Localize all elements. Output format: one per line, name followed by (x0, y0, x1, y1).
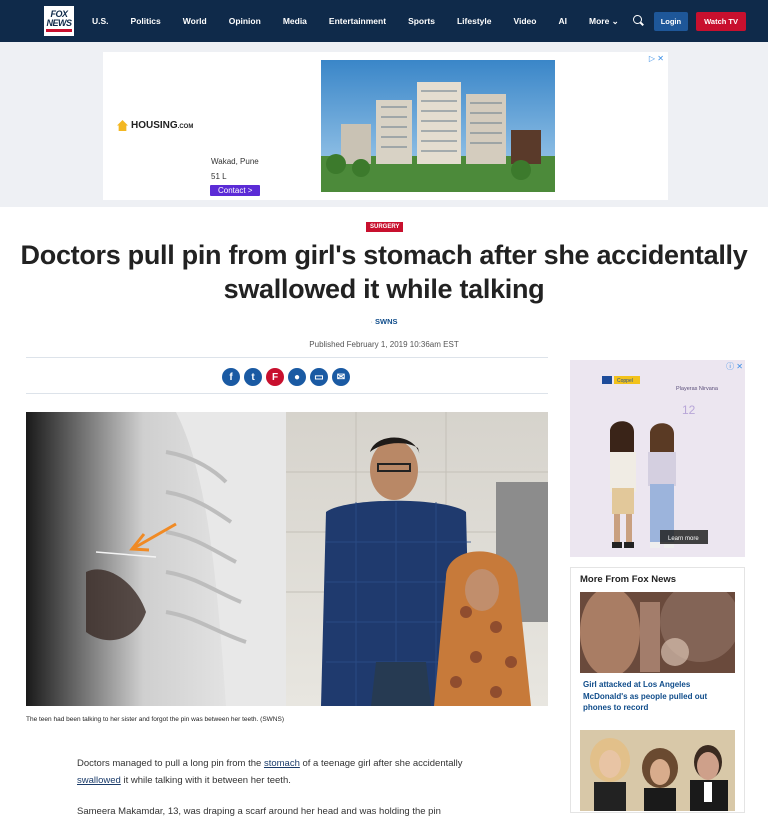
ad-text: Playeras Nirvana (676, 386, 719, 392)
comment-icon[interactable]: ● (288, 368, 306, 386)
nav-item-entertainment[interactable]: Entertainment (329, 16, 386, 26)
divider (26, 357, 548, 358)
ad-cta: Learn more (668, 536, 699, 542)
header-actions: Login Watch TV (632, 0, 746, 42)
housing-ad[interactable]: ▷ ✕ HOUSING.COM Wakad, Pune 51 L Contact… (103, 52, 668, 200)
section-title: More From Fox News (580, 574, 677, 585)
story-thumbnail[interactable] (580, 730, 735, 811)
nav-item-world[interactable]: World (183, 16, 207, 26)
login-button[interactable]: Login (653, 11, 689, 31)
ad-number: 12 (682, 403, 696, 417)
byline: · SWNS (370, 317, 398, 326)
nav-item-sports[interactable]: Sports (408, 16, 435, 26)
search-icon[interactable] (632, 14, 646, 28)
nav-item-opinion[interactable]: Opinion (229, 16, 261, 26)
stomach-link[interactable]: stomach (264, 758, 300, 769)
swallowed-link[interactable]: swallowed (77, 775, 121, 786)
paragraph: Doctors managed to pull a long pin from … (77, 758, 463, 786)
category-tag[interactable]: SURGERY (366, 222, 404, 232)
article-body: Doctors managed to pull a long pin from … (77, 755, 487, 834)
image-caption: The teen had been talking to her sister … (26, 716, 284, 723)
author-link[interactable]: SWNS (375, 317, 398, 326)
main-nav: U.S. Politics World Opinion Media Entertainme… (92, 0, 619, 42)
top-nav-bar: FOX NEWS U.S. Politics World Opinion Media En… (0, 0, 768, 42)
building-image[interactable] (321, 60, 555, 192)
twitter-icon[interactable]: t (244, 368, 262, 386)
housing-logo: HOUSING.COM (117, 120, 193, 131)
paragraph: Sameera Makamdar, 13, was draping a scar… (77, 806, 441, 817)
nav-item-more[interactable]: More ⌄ (589, 16, 619, 27)
nav-item-media[interactable]: Media (283, 16, 307, 26)
print-icon[interactable]: ▭ (310, 368, 328, 386)
more-from-fox-news: More From Fox News Girl attacked at Los … (570, 567, 745, 813)
ad-brand: Coppel (617, 378, 633, 384)
coppel-ad[interactable]: Coppel Playeras Nirvana 12 Learn more ⓘ … (570, 360, 745, 557)
nav-item-lifestyle[interactable]: Lifestyle (457, 16, 492, 26)
top-ad-band: ▷ ✕ HOUSING.COM Wakad, Pune 51 L Contact… (0, 42, 768, 207)
published-date: Published February 1, 2019 10:36am EST (309, 340, 459, 349)
facebook-icon[interactable]: f (222, 368, 240, 386)
watch-tv-button[interactable]: Watch TV (696, 11, 746, 31)
nav-item-video[interactable]: Video (513, 16, 536, 26)
fox-news-logo[interactable]: FOX NEWS (44, 6, 74, 36)
share-bar: f t F ● ▭ ✉ (222, 368, 350, 386)
ad-contact-button[interactable]: Contact > (210, 185, 261, 196)
ad-size: 51 L (211, 172, 227, 181)
ad-close-icon[interactable]: ⓘ ✕ (726, 361, 743, 372)
flipboard-icon[interactable]: F (266, 368, 284, 386)
nav-item-u-s[interactable]: U.S. (92, 16, 109, 26)
ad-location: Wakad, Pune (211, 157, 259, 166)
nav-item-politics[interactable]: Politics (131, 16, 161, 26)
ad-close-icon[interactable]: ▷ ✕ (649, 54, 664, 63)
nav-item-ai[interactable]: AI (558, 16, 567, 26)
divider (26, 393, 548, 394)
story-thumbnail[interactable] (580, 592, 735, 673)
email-icon[interactable]: ✉ (332, 368, 350, 386)
article-headline: Doctors pull pin from girl's stomach aft… (20, 240, 748, 304)
article-hero-image[interactable] (26, 412, 548, 706)
story-link[interactable]: Girl attacked at Los Angeles McDonald's … (583, 679, 733, 714)
house-icon (117, 120, 128, 131)
